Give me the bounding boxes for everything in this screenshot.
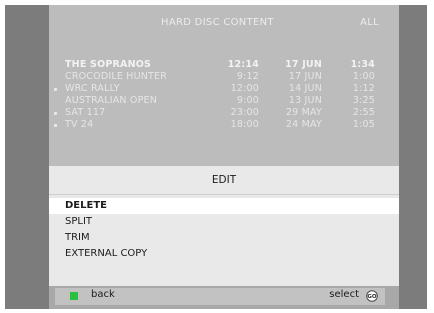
menu-item-external-copy[interactable]: EXTERNAL COPY (49, 246, 399, 262)
menu-items: DELETE SPLIT TRIM EXTERNAL COPY (49, 198, 399, 262)
recording-name: THE SOPRANOS (65, 59, 152, 70)
tv-frame: HARD DISC CONTENT ALL THE SOPRANOS 12:14… (5, 5, 427, 309)
recording-duration: 1:34 (350, 59, 375, 70)
select-label[interactable]: select (329, 289, 359, 300)
footer-inner: back select GO (55, 288, 385, 305)
list-item[interactable]: TV 24 18:00 24 MAY 1:05 (49, 119, 399, 131)
recording-name: SAT 117 (65, 107, 106, 118)
recording-time: 12:14 (227, 59, 259, 70)
menu-item-split[interactable]: SPLIT (49, 214, 399, 230)
list-title: HARD DISC CONTENT (161, 17, 274, 28)
menu-title: EDIT (49, 166, 399, 195)
recording-duration: 1:12 (352, 83, 375, 94)
recording-name: WRC RALLY (65, 83, 120, 94)
menu-item-delete[interactable]: DELETE (49, 198, 399, 214)
recording-date: 17 JUN (285, 59, 322, 70)
list-item[interactable]: CROCODILE HUNTER 9:12 17 JUN 1:00 (49, 71, 399, 83)
recording-time: 23:00 (230, 107, 259, 118)
recording-time: 18:00 (230, 119, 259, 130)
list-item[interactable]: SAT 117 23:00 29 MAY 2:55 (49, 107, 399, 119)
go-icon-text: GO (367, 294, 377, 300)
go-icon[interactable]: GO (366, 290, 378, 302)
recording-duration: 2:55 (352, 107, 375, 118)
recordings-list: THE SOPRANOS 12:14 17 JUN 1:34 CROCODILE… (49, 59, 399, 131)
bullet-icon (54, 112, 57, 115)
screen: HARD DISC CONTENT ALL THE SOPRANOS 12:14… (49, 5, 399, 309)
recording-time: 12:00 (230, 83, 259, 94)
recording-date: 14 JUN (288, 83, 322, 94)
recording-name: AUSTRALIAN OPEN (65, 95, 158, 106)
recording-duration: 1:05 (352, 119, 375, 130)
list-header: HARD DISC CONTENT ALL (49, 16, 399, 32)
back-label[interactable]: back (91, 289, 115, 300)
bullet-icon (54, 88, 57, 91)
recording-name: TV 24 (65, 119, 94, 130)
list-filter[interactable]: ALL (360, 17, 379, 28)
recording-duration: 1:00 (352, 71, 375, 82)
recording-date: 13 JUN (288, 95, 322, 106)
recordings-panel: HARD DISC CONTENT ALL THE SOPRANOS 12:14… (49, 5, 399, 166)
recording-date: 17 JUN (288, 71, 322, 82)
green-button-icon[interactable] (70, 292, 78, 300)
recording-date: 29 MAY (285, 107, 322, 118)
recording-date: 24 MAY (285, 119, 322, 130)
menu-item-trim[interactable]: TRIM (49, 230, 399, 246)
list-item[interactable]: WRC RALLY 12:00 14 JUN 1:12 (49, 83, 399, 95)
list-item[interactable]: AUSTRALIAN OPEN 9:00 13 JUN 3:25 (49, 95, 399, 107)
recording-time: 9:12 (236, 71, 259, 82)
bullet-icon (54, 124, 57, 127)
recording-name: CROCODILE HUNTER (65, 71, 168, 82)
recording-time: 9:00 (236, 95, 259, 106)
edit-menu: EDIT DELETE SPLIT TRIM EXTERNAL COPY (49, 166, 399, 286)
footer-bar: back select GO (49, 286, 399, 309)
list-item[interactable]: THE SOPRANOS 12:14 17 JUN 1:34 (49, 59, 399, 71)
recording-duration: 3:25 (352, 95, 375, 106)
